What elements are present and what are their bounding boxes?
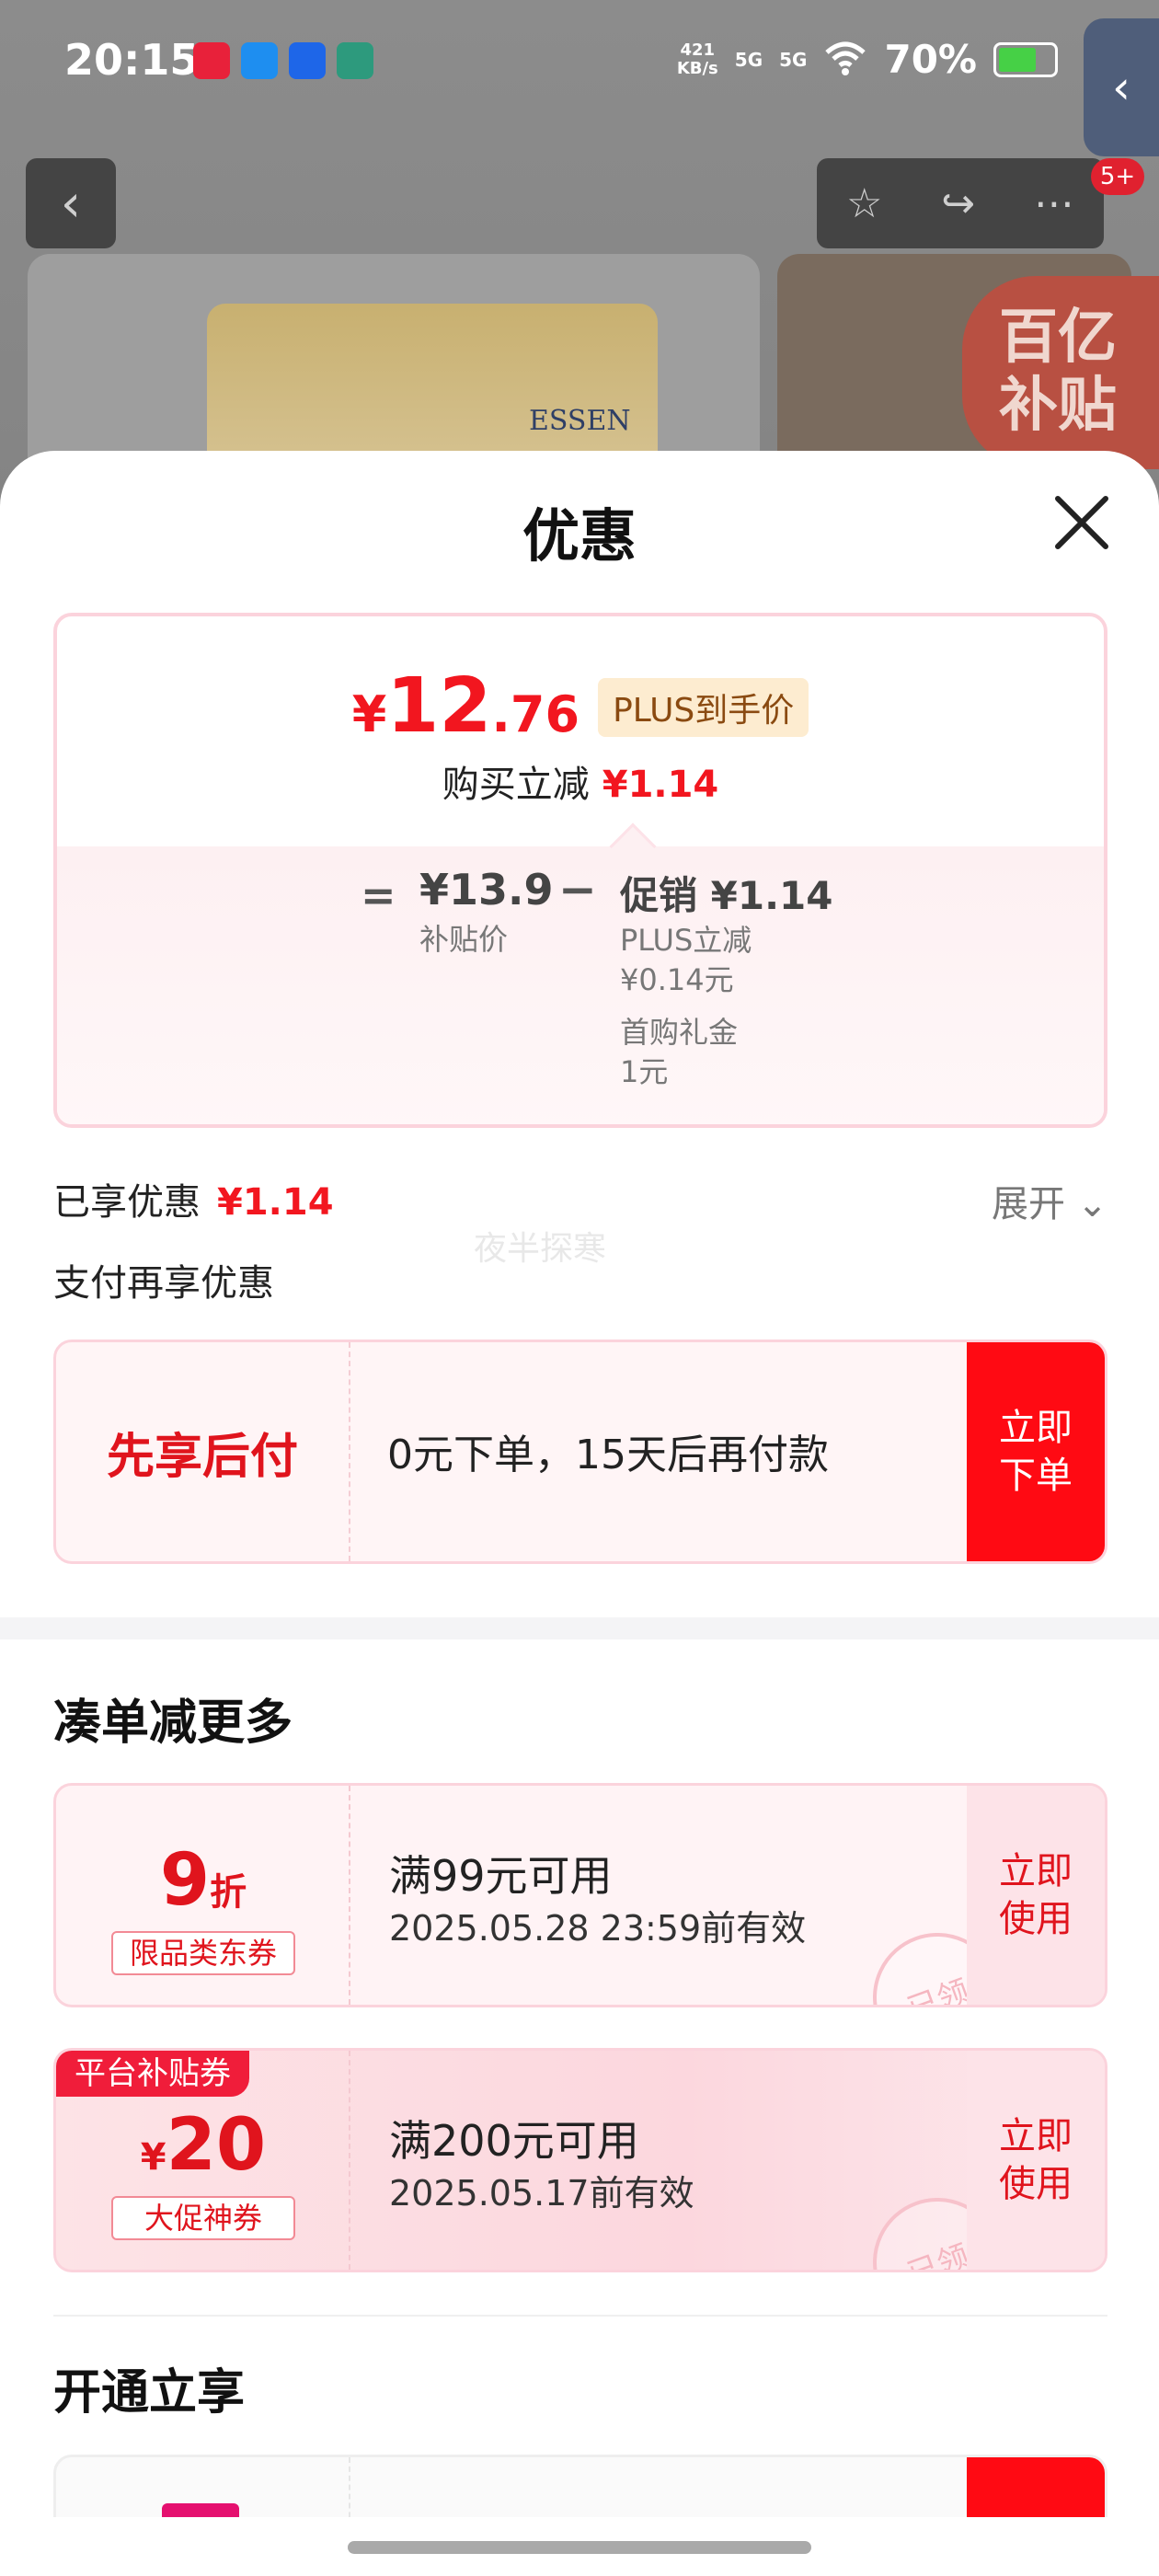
section-title-open: 开通立享 — [53, 2365, 246, 2421]
signal-5g-icon: 5G — [734, 48, 763, 71]
coupon-type: 大促神券 — [111, 2196, 295, 2240]
home-indicator[interactable] — [348, 2541, 811, 2554]
star-icon[interactable]: ☆ — [846, 180, 882, 227]
bnpl-description: 0元下单，15天后再付款 — [387, 1432, 829, 1478]
coupon-condition: 满200元可用 — [389, 2116, 639, 2166]
background-page: 20:15 421 KB/s 5G 5G 70% ‹ ‹ ☆ ↪ ⋯ 5+ ES… — [0, 0, 1159, 530]
battery-percent: 70% — [884, 37, 977, 82]
bnpl-title: 先享后付 — [56, 1342, 350, 1561]
close-icon[interactable] — [1047, 488, 1117, 558]
wifi-icon — [823, 40, 867, 80]
status-time: 20:15 — [64, 35, 200, 85]
minus-sign: − — [558, 863, 597, 916]
chevron-left-icon: ‹ — [60, 173, 82, 234]
use-now-button[interactable]: 立即使用 — [967, 2051, 1105, 2270]
status-indicators: 421 KB/s 5G 5G 70% — [677, 37, 1058, 82]
price-calculation: = ¥13.9 补贴价 − 促销 ¥1.14 PLUS立减 ¥0.14元 首购礼… — [57, 846, 1104, 1124]
instant-reduce: 购买立减 ¥1.14 — [442, 764, 719, 806]
app-notification-icon — [241, 42, 278, 79]
status-bar: 20:15 421 KB/s 5G 5G 70% — [0, 0, 1159, 129]
coupon-condition: 满99元可用 — [389, 1851, 613, 1901]
expand-button[interactable]: 展开 ⌄ — [992, 1174, 1107, 1227]
platform-subsidy-tag: 平台补贴券 — [56, 2051, 249, 2097]
coupon-expiry: 2025.05.28 23:59前有效 — [389, 1908, 807, 1949]
app-notification-icon — [289, 42, 326, 79]
notification-badge: 5+ — [1091, 158, 1144, 195]
back-button[interactable]: ‹ — [26, 158, 116, 248]
subsidy-tag: 百亿补贴 — [962, 276, 1159, 469]
coupon-card[interactable]: 平台补贴券 ¥20 大促神券 满200元可用 2025.05.17前有效 已领 … — [53, 2048, 1107, 2272]
use-now-button[interactable]: 立即使用 — [967, 1786, 1105, 2005]
price-breakdown-card: ¥12.76 PLUS到手价 购买立减 ¥1.14 = ¥13.9 补贴价 − 促… — [53, 613, 1107, 1128]
watermark-text: 夜半探寒 — [474, 1230, 607, 1268]
sheet-title: 优惠 — [522, 502, 637, 569]
coupon-type: 限品类东券 — [111, 1931, 295, 1975]
final-price: ¥12.76 — [351, 662, 580, 750]
enjoyed-discount: 已享优惠 ¥1.14 — [53, 1181, 334, 1224]
bnpl-card[interactable]: 先享后付 0元下单，15天后再付款 立即下单 — [53, 1340, 1107, 1564]
pay-more-discount-label: 支付再享优惠 — [53, 1262, 274, 1305]
share-icon[interactable]: ↪ — [941, 180, 975, 227]
order-now-button[interactable]: 立即下单 — [967, 1342, 1105, 1561]
battery-icon — [993, 41, 1058, 77]
coupon-card[interactable]: 9折 限品类东券 满99元可用 2025.05.28 23:59前有效 已领 立… — [53, 1783, 1107, 2007]
base-price: ¥13.9 补贴价 — [419, 865, 554, 957]
network-speed: 421 KB/s — [676, 40, 718, 78]
plus-price-badge: PLUS到手价 — [598, 678, 809, 737]
coupon-value: 9折 — [159, 1839, 247, 1922]
status-app-icons — [193, 42, 373, 79]
app-notification-icon — [337, 42, 373, 79]
section-title-bundle: 凑单减更多 — [53, 1696, 293, 1751]
product-brand-text: ESSEN — [529, 405, 631, 437]
section-divider — [0, 1617, 1159, 1639]
more-icon[interactable]: ⋯ — [1034, 180, 1074, 227]
section-divider — [53, 2315, 1107, 2317]
equals-sign: = — [361, 870, 396, 920]
coupon-value: ¥20 — [140, 2104, 267, 2187]
app-notification-icon — [193, 42, 230, 79]
signal-5g-icon: 5G — [779, 48, 808, 71]
side-collapse-tab[interactable]: ‹ — [1084, 18, 1159, 156]
coupon-expiry: 2025.05.17前有效 — [389, 2173, 694, 2214]
nav-toolbar: ☆ ↪ ⋯ — [817, 158, 1104, 248]
discount-sheet: 优惠 ¥12.76 PLUS到手价 购买立减 ¥1.14 = ¥13.9 补贴价 … — [0, 451, 1159, 2576]
promo-details: 促销 ¥1.14 PLUS立减 ¥0.14元 首购礼金 1元 — [620, 873, 833, 1089]
